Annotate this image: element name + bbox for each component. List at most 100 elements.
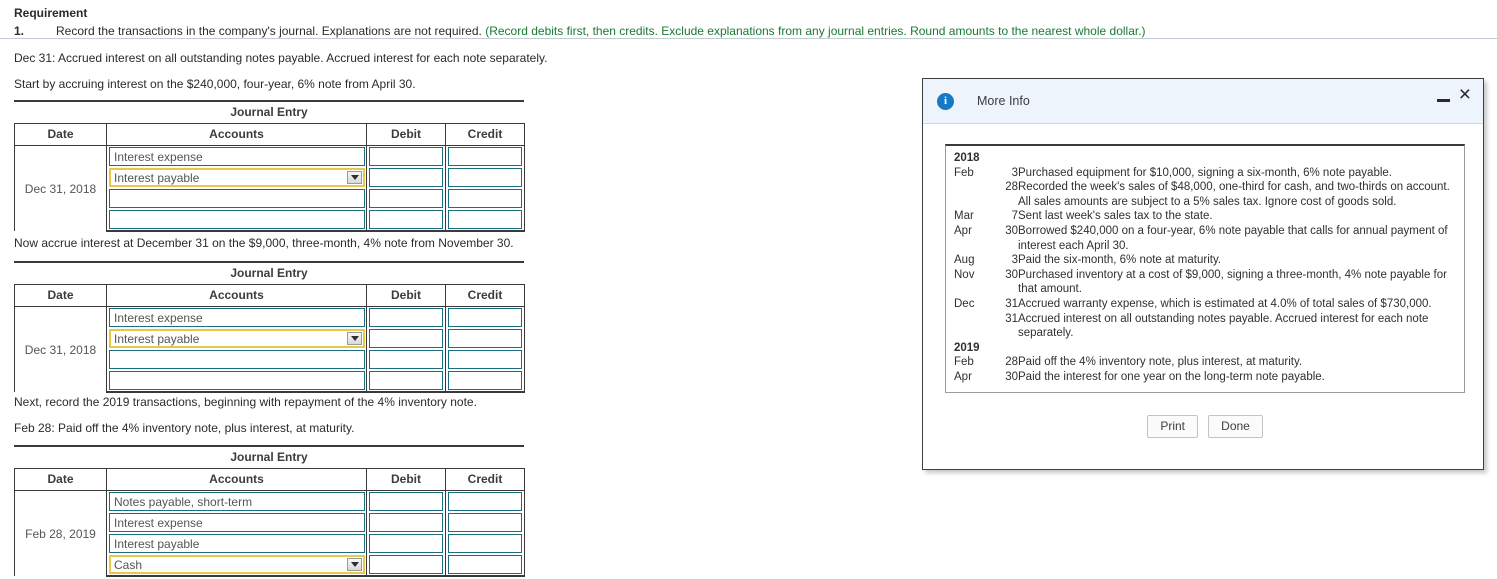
- credit-input[interactable]: [448, 534, 522, 553]
- ledger-description: Borrowed $240,000 on a four-year, 6% not…: [1018, 224, 1448, 252]
- journal-table-3: Date Accounts Debit Credit Feb 28, 2019 N…: [14, 468, 525, 577]
- ledger-month: Dec: [954, 297, 975, 310]
- requirement-hint-text: (Record debits first, then credits. Excl…: [485, 24, 1146, 38]
- debit-input[interactable]: [369, 350, 443, 369]
- account-cell: Interest payable: [106, 533, 367, 554]
- debit-input[interactable]: [369, 371, 443, 390]
- account-cell: [106, 188, 367, 209]
- credit-input[interactable]: [448, 168, 522, 187]
- print-button[interactable]: Print: [1147, 414, 1199, 438]
- credit-cell: [445, 209, 525, 232]
- credit-cell: [445, 328, 525, 349]
- credit-input[interactable]: [448, 371, 522, 390]
- ledger-day: 30: [1005, 370, 1018, 383]
- chevron-down-icon[interactable]: [347, 332, 362, 345]
- credit-input[interactable]: [448, 350, 522, 369]
- debit-input[interactable]: [369, 308, 443, 327]
- journal-entry-title-3: Journal Entry: [14, 445, 524, 468]
- account-input[interactable]: Interest expense: [109, 308, 365, 327]
- account-value: Interest expense: [114, 310, 203, 325]
- account-input[interactable]: [109, 350, 365, 369]
- journal-entry-table-2: Journal Entry Date Accounts Debit Credit…: [14, 261, 525, 393]
- credit-input[interactable]: [448, 329, 522, 348]
- debit-input[interactable]: [369, 329, 443, 348]
- credit-input[interactable]: [448, 492, 522, 511]
- requirement-item: 1. Record the transactions in the compan…: [14, 24, 1474, 39]
- debit-cell: [366, 167, 446, 188]
- credit-cell: [445, 533, 525, 554]
- credit-input[interactable]: [448, 210, 522, 229]
- credit-input[interactable]: [448, 513, 522, 532]
- ledger-description: Recorded the week's sales of $48,000, on…: [1018, 181, 1450, 208]
- debit-cell: [366, 512, 446, 533]
- ledger-year-row: 2019: [954, 341, 1456, 356]
- col-header-date: Date: [14, 284, 107, 307]
- account-input[interactable]: [109, 210, 365, 229]
- ledger-year: 2019: [954, 341, 980, 354]
- account-input[interactable]: [109, 371, 365, 390]
- account-select[interactable]: Cash: [109, 555, 365, 574]
- ledger-entry-row: Feb 3 Purchased equipment for $10,000, sig…: [954, 166, 1456, 181]
- ledger-month: [954, 312, 988, 341]
- ledger-entry-row: Nov 30 Purchased inventory at a cost of $9…: [954, 268, 1456, 297]
- debit-input[interactable]: [369, 555, 443, 574]
- credit-cell: [445, 370, 525, 393]
- debit-input[interactable]: [369, 168, 443, 187]
- account-input[interactable]: Notes payable, short-term: [109, 492, 365, 511]
- ledger-month: [954, 180, 988, 209]
- account-cell: [106, 209, 367, 232]
- close-icon[interactable]: ×: [1459, 84, 1471, 105]
- window-controls: ×: [1436, 84, 1471, 105]
- credit-input[interactable]: [448, 189, 522, 208]
- transaction-ledger: 2018 Feb 3 Purchased equipment for $10,000,…: [945, 144, 1465, 393]
- debit-input[interactable]: [369, 534, 443, 553]
- account-input[interactable]: Interest payable: [109, 534, 365, 553]
- col-header-credit: Credit: [445, 468, 525, 491]
- debit-cell: [366, 209, 446, 232]
- ledger-entry-row: 28 Recorded the week's sales of $48,000, …: [954, 180, 1456, 209]
- ledger-day: 31: [1005, 312, 1018, 325]
- entry-date: Dec 31, 2018: [14, 145, 107, 231]
- account-input[interactable]: [109, 189, 365, 208]
- col-header-debit: Debit: [366, 284, 446, 307]
- chevron-down-icon[interactable]: [347, 171, 362, 184]
- credit-cell: [445, 512, 525, 533]
- debit-input[interactable]: [369, 513, 443, 532]
- debit-cell: [366, 306, 446, 328]
- minimize-button[interactable]: [1436, 85, 1450, 105]
- journal-body-2: Dec 31, 2018 Interest expense Interest pay…: [14, 306, 525, 393]
- prompt-240000-note: Start by accruing interest on the $240,0…: [14, 77, 416, 91]
- debit-cell: [366, 533, 446, 554]
- chevron-down-icon[interactable]: [347, 558, 362, 571]
- debit-input[interactable]: [369, 189, 443, 208]
- credit-input[interactable]: [448, 555, 522, 574]
- table-header-row: Date Accounts Debit Credit: [14, 468, 525, 491]
- more-info-dialog: i More Info × 2018 Feb 3 Purchased equipmen…: [922, 78, 1484, 470]
- debit-cell: [366, 188, 446, 209]
- account-select[interactable]: Interest payable: [109, 329, 365, 348]
- credit-cell: [445, 349, 525, 370]
- account-cell: Interest payable: [106, 167, 367, 188]
- debit-input[interactable]: [369, 210, 443, 229]
- col-header-debit: Debit: [366, 468, 446, 491]
- ledger-day: 28: [1005, 356, 1018, 369]
- table-row: Dec 31, 2018 Interest expense: [14, 145, 525, 231]
- ledger-entry-row: Feb 28 Paid off the 4% inventory note, plu…: [954, 355, 1456, 370]
- col-header-accounts: Accounts: [106, 284, 367, 307]
- account-cell: Notes payable, short-term: [106, 490, 367, 512]
- dialog-footer: Print Done: [945, 414, 1465, 438]
- col-header-debit: Debit: [366, 123, 446, 146]
- ledger-description: Paid off the 4% inventory note, plus int…: [1018, 356, 1303, 369]
- account-cell: Interest expense: [106, 145, 367, 167]
- account-input[interactable]: Interest expense: [109, 513, 365, 532]
- debit-input[interactable]: [369, 492, 443, 511]
- credit-cell: [445, 188, 525, 209]
- credit-input[interactable]: [448, 147, 522, 166]
- account-select[interactable]: Interest payable: [109, 168, 365, 187]
- done-button[interactable]: Done: [1208, 414, 1263, 438]
- debit-input[interactable]: [369, 147, 443, 166]
- ledger-day: 3: [1011, 166, 1018, 179]
- account-input[interactable]: Interest expense: [109, 147, 365, 166]
- credit-input[interactable]: [448, 308, 522, 327]
- journal-table-1: Date Accounts Debit Credit Dec 31, 2018 I…: [14, 123, 525, 232]
